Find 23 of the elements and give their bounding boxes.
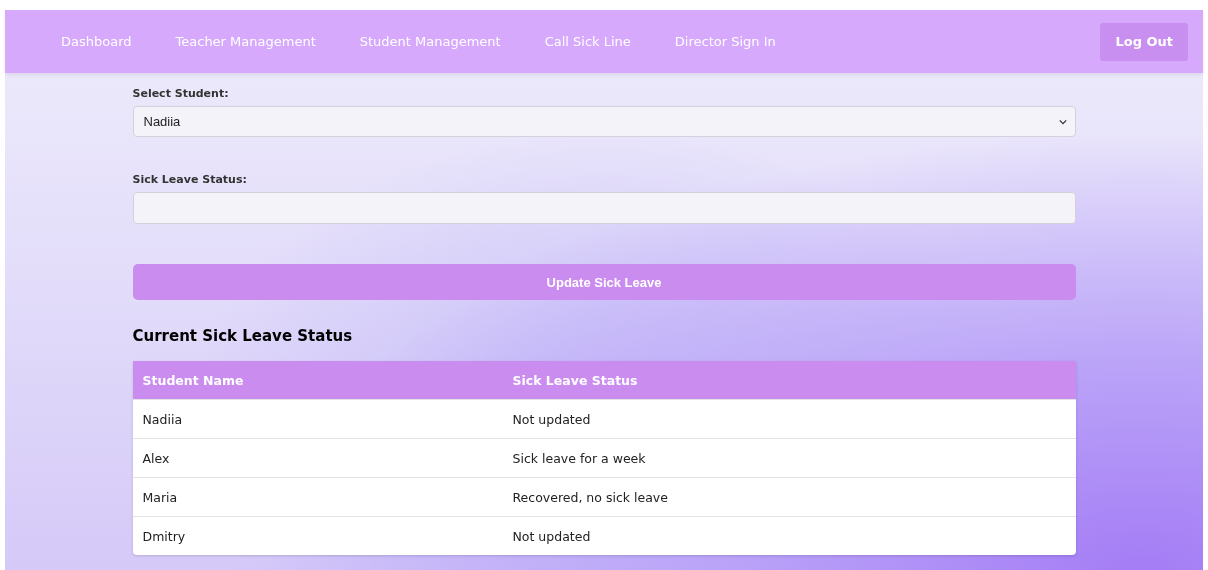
nav-link[interactable]: Teacher Management bbox=[175, 34, 316, 49]
table-cell-text: Sick leave for a week bbox=[511, 450, 647, 466]
table-cell-text: Nadiia bbox=[141, 411, 184, 427]
table-cell-text: Not updated bbox=[511, 528, 592, 544]
field-label: Sick Leave Status: bbox=[132, 173, 247, 186]
nav-link[interactable]: Director Sign In bbox=[674, 34, 776, 49]
table-cell-text: Dmitry bbox=[141, 528, 187, 544]
table-cell-text: Maria bbox=[141, 489, 179, 505]
nav-link[interactable]: Student Management bbox=[359, 34, 501, 49]
table-cell-text: Recovered, no sick leave bbox=[511, 489, 669, 505]
caret-icon bbox=[1058, 118, 1067, 125]
status-input[interactable] bbox=[132, 192, 1076, 224]
column-header: Student Name bbox=[141, 372, 245, 388]
field-label: Select Student: bbox=[132, 87, 229, 100]
table-cell-text: Alex bbox=[141, 450, 171, 466]
nav-link[interactable]: Call Sick Line bbox=[544, 34, 631, 49]
table-title: Current Sick Leave Status bbox=[132, 327, 353, 345]
table-cell-text: Not updated bbox=[511, 411, 592, 427]
logout-button[interactable]: Log Out bbox=[1100, 22, 1188, 61]
nav-link[interactable]: Dashboard bbox=[61, 34, 132, 49]
student-select[interactable]: Nadiia bbox=[132, 106, 1076, 137]
update-button[interactable]: Update Sick Leave bbox=[132, 264, 1076, 300]
column-header: Sick Leave Status bbox=[511, 372, 639, 388]
